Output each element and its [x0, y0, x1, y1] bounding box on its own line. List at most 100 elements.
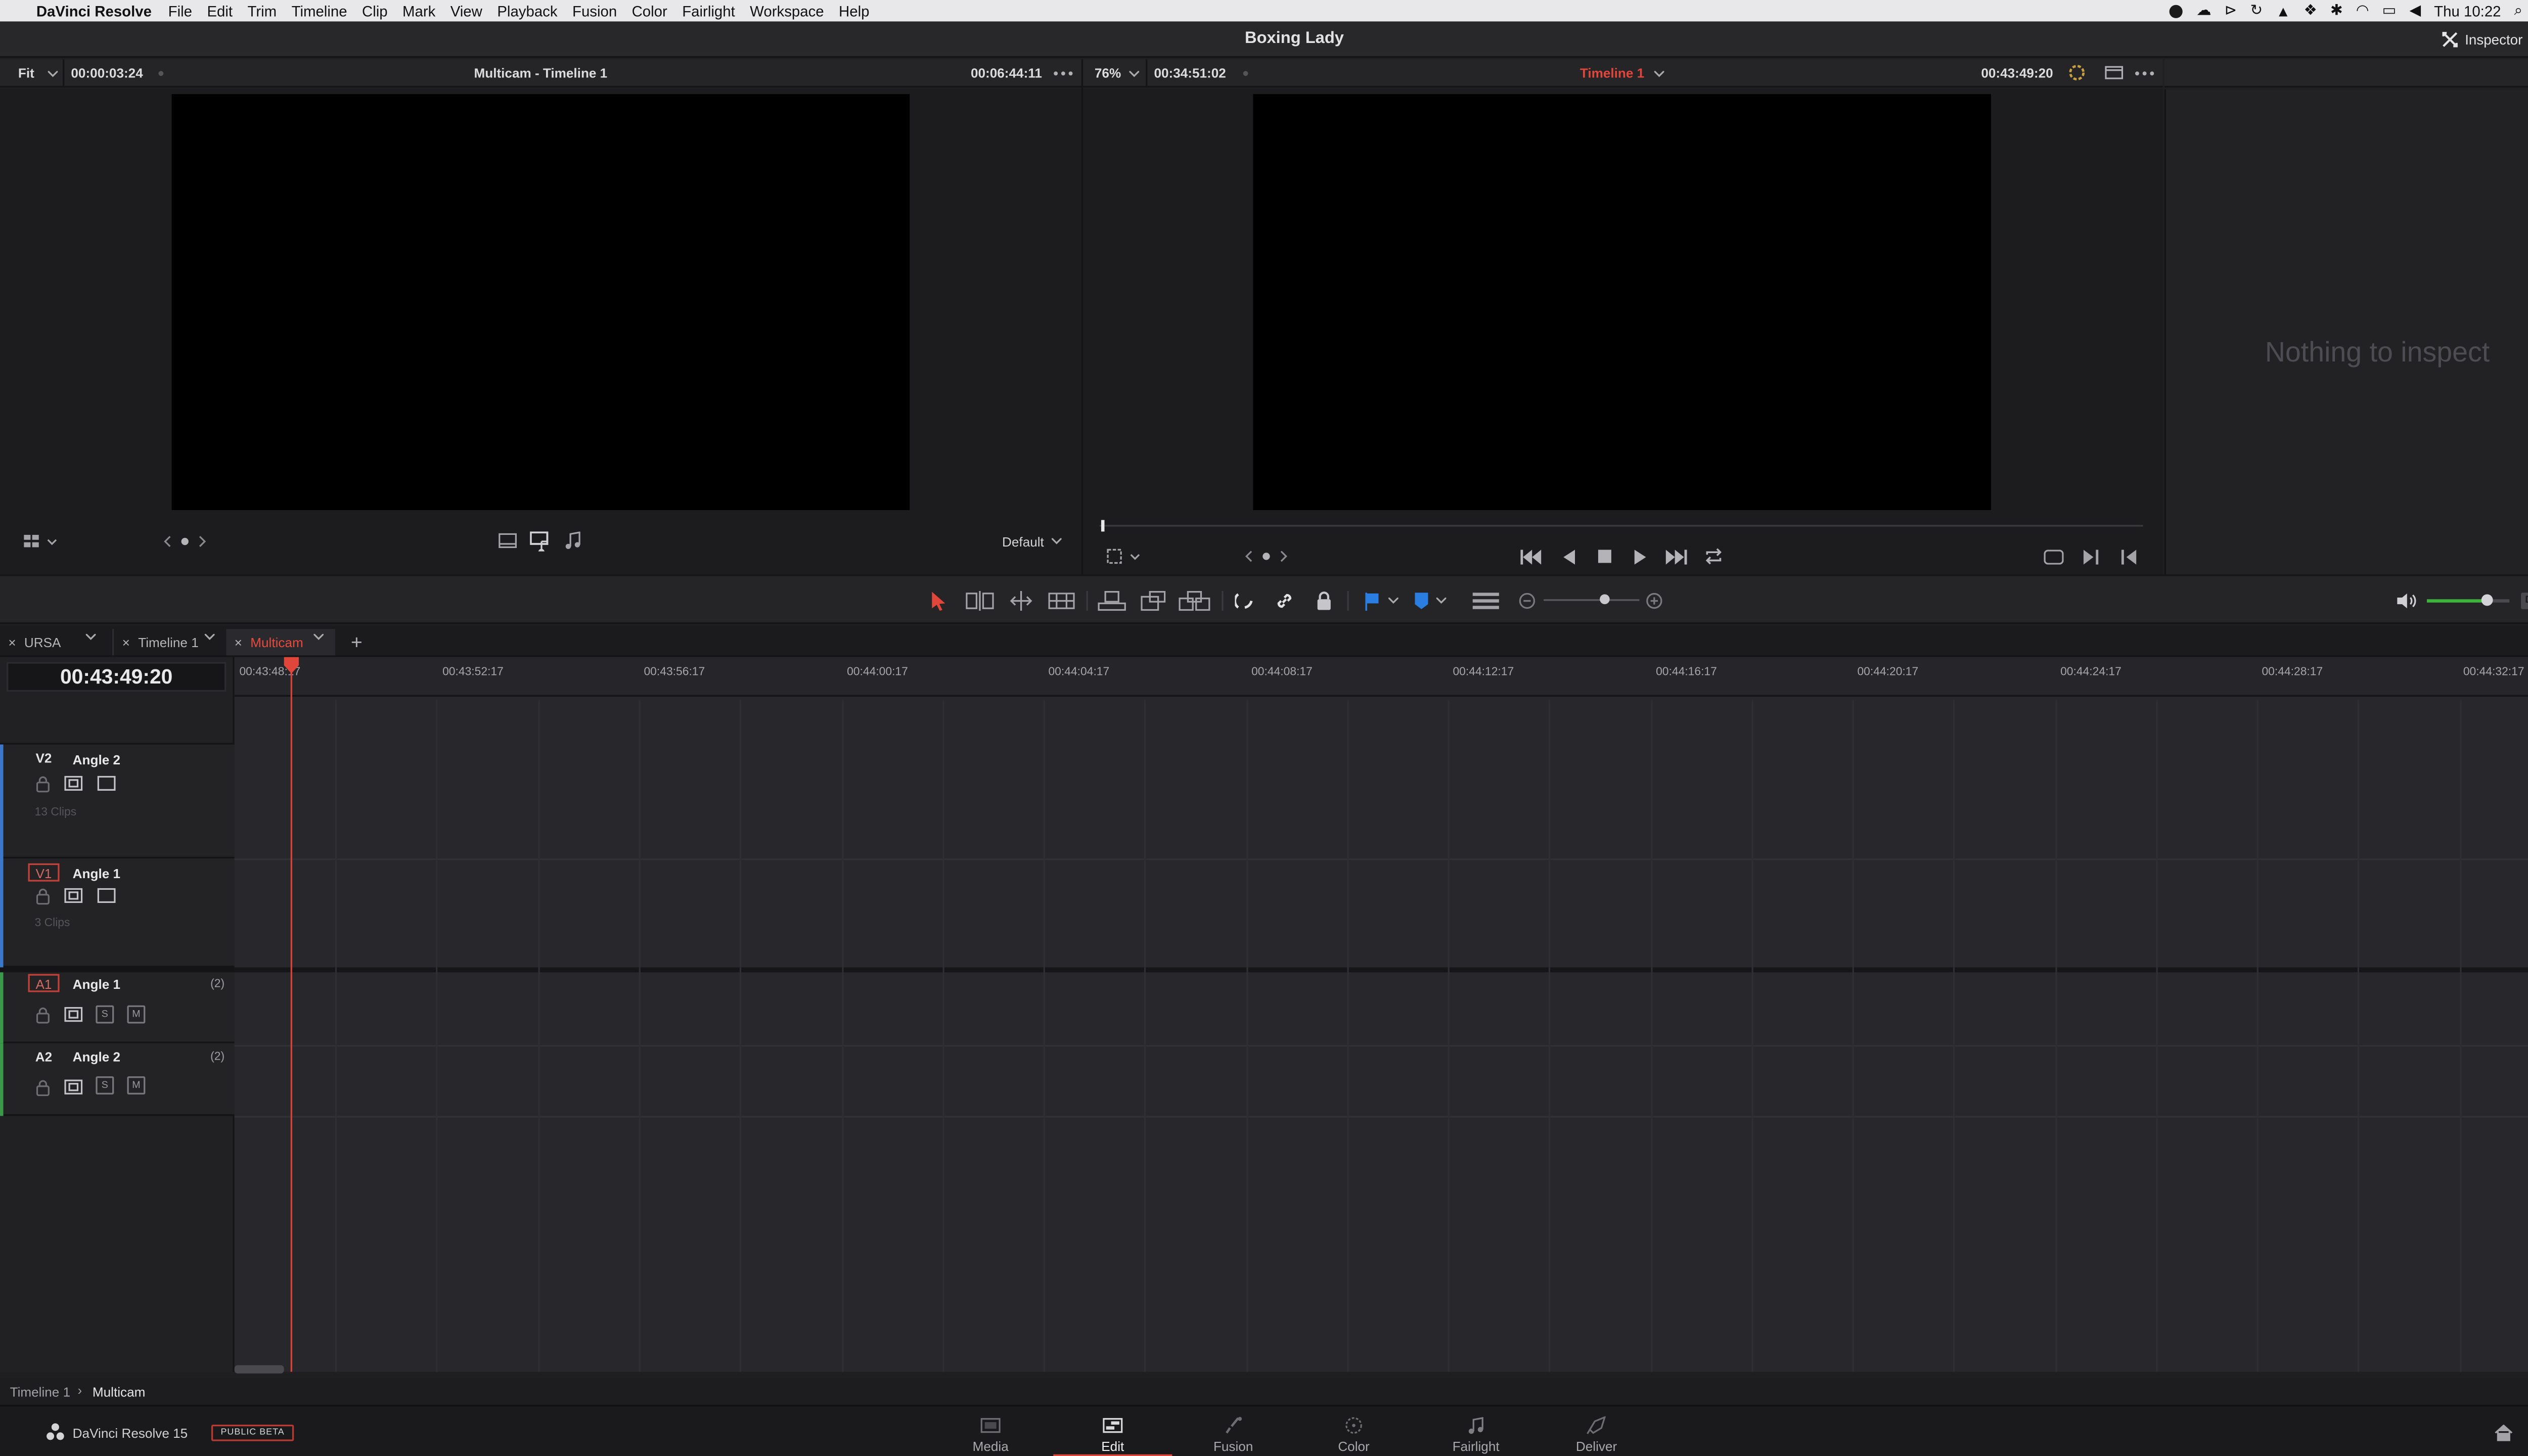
chevron-down-icon[interactable] [85, 633, 96, 641]
track-output-icon[interactable] [97, 888, 116, 903]
insert-clip-icon[interactable] [1096, 589, 1126, 613]
go-to-end-icon[interactable] [1664, 547, 1687, 566]
replace-clip-icon[interactable] [1177, 589, 1210, 613]
track-name[interactable]: Angle 1 [73, 867, 120, 881]
selection-tool-icon[interactable] [928, 589, 947, 613]
menu-fairlight[interactable]: Fairlight [682, 3, 735, 19]
blade-edit-tool-icon[interactable] [1047, 589, 1076, 613]
solo-button[interactable]: S [96, 1076, 114, 1095]
linked-selection-icon[interactable] [1273, 589, 1296, 613]
lock-icon[interactable] [36, 776, 50, 793]
page-fairlight[interactable]: Fairlight [1417, 1406, 1536, 1456]
timeline-canvas[interactable] [234, 657, 2528, 1372]
menubar-clock[interactable]: Thu 10:22 [2434, 3, 2501, 19]
volume-icon[interactable]: ◀ [2409, 2, 2421, 20]
track-code[interactable]: V1 [28, 863, 60, 882]
chevron-down-icon[interactable] [1050, 536, 1063, 547]
sync-icon[interactable]: ↻ [2250, 2, 2263, 20]
media-icon[interactable]: ⊳ [2225, 2, 2237, 20]
wifi-icon[interactable]: ◠ [2356, 2, 2369, 20]
menu-help[interactable]: Help [839, 3, 869, 19]
add-tab-icon[interactable]: + [347, 630, 367, 654]
volume-slider-handle[interactable] [2481, 594, 2493, 606]
chevron-down-icon[interactable] [1435, 595, 1448, 608]
auto-track-select-icon[interactable] [64, 776, 83, 791]
timeline-ruler[interactable]: 00:43:48:17 00:43:52:17 00:43:56:17 00:4… [234, 657, 2528, 697]
position-lock-icon[interactable] [1313, 589, 1336, 613]
trim-edit-tool-icon[interactable] [964, 589, 994, 613]
chevron-down-icon[interactable] [1127, 68, 1141, 81]
stop-icon[interactable] [1597, 547, 1613, 566]
page-deliver[interactable]: Deliver [1537, 1406, 1656, 1456]
track-a1[interactable]: A1 Angle 1 (2) S M [0, 972, 235, 1043]
menu-clip[interactable]: Clip [362, 3, 388, 19]
flag-icon[interactable] [1362, 589, 1382, 613]
timeline-zoom-dropdown[interactable]: 76% [1095, 66, 1121, 81]
overwrite-clip-icon[interactable] [1138, 589, 1167, 613]
play-icon[interactable] [1631, 547, 1648, 566]
track-v1[interactable]: V1 Angle 1 3 Clips [0, 858, 235, 968]
timeline-jog-control[interactable] [1243, 548, 1289, 565]
track-output-icon[interactable] [97, 776, 116, 791]
timeline-track-divider[interactable] [234, 967, 2528, 973]
chevron-down-icon[interactable] [204, 633, 215, 641]
track-code[interactable]: V2 [28, 749, 60, 767]
lock-icon[interactable] [36, 888, 50, 905]
chevron-down-icon[interactable] [313, 633, 324, 641]
warning-icon[interactable]: ▲ [2276, 3, 2290, 19]
dropbox-icon[interactable]: ❖ [2304, 2, 2317, 20]
track-code[interactable]: A1 [28, 974, 60, 992]
loop-icon[interactable] [1702, 547, 1726, 566]
video-audio-divider[interactable] [0, 967, 235, 973]
track-a2[interactable]: A2 Angle 2 (2) S M [0, 1043, 235, 1116]
timeline-scrubber[interactable] [1099, 525, 2143, 527]
zoom-slider-handle[interactable] [1600, 594, 1610, 605]
source-jog-control[interactable] [162, 531, 208, 551]
playhead-line[interactable] [290, 663, 292, 1372]
marker-icon[interactable] [1412, 589, 1431, 613]
timeline-view-options-icon[interactable] [1471, 589, 1501, 613]
chevron-down-icon[interactable] [1387, 595, 1400, 608]
track-code[interactable]: A2 [28, 1048, 60, 1066]
volume-slider-fill[interactable] [2426, 599, 2490, 603]
creative-cloud-icon[interactable]: ☁ [2196, 2, 2211, 20]
source-preset-dropdown[interactable]: Default [1002, 535, 1044, 550]
color-wheel-icon[interactable] [2068, 64, 2085, 81]
breadcrumb-parent[interactable]: Timeline 1 [10, 1385, 71, 1400]
source-video-frame[interactable] [171, 94, 910, 510]
video-audio-icon[interactable] [528, 530, 552, 551]
track-name[interactable]: Angle 1 [73, 977, 120, 992]
home-icon[interactable] [2493, 1423, 2513, 1443]
playhead-handle[interactable] [284, 657, 299, 674]
page-media[interactable]: Media [931, 1406, 1050, 1456]
mute-button[interactable]: M [127, 1076, 146, 1095]
lock-icon[interactable] [36, 1007, 50, 1024]
previous-edit-icon[interactable] [2118, 547, 2138, 566]
menu-edit[interactable]: Edit [207, 3, 233, 19]
airplay-icon[interactable]: ▭ [2382, 2, 2397, 20]
page-color[interactable]: Color [1294, 1406, 1413, 1456]
bluetooth-icon[interactable]: ✱ [2330, 2, 2343, 20]
timeline-video-frame[interactable] [1253, 94, 1991, 510]
next-edit-icon[interactable] [2082, 547, 2102, 566]
auto-track-select-icon[interactable] [64, 1079, 83, 1095]
track-name[interactable]: Angle 2 [73, 1050, 120, 1065]
page-edit[interactable]: Edit [1053, 1406, 1172, 1456]
timeline-timecode-display[interactable]: 00:43:49:20 [7, 662, 227, 692]
auto-track-select-icon[interactable] [64, 888, 83, 903]
speaker-icon[interactable] [2396, 591, 2417, 611]
zoom-out-icon[interactable] [1517, 591, 1537, 611]
menu-timeline[interactable]: Timeline [292, 3, 347, 19]
menu-playback[interactable]: Playback [497, 3, 557, 19]
go-to-start-icon[interactable] [1519, 547, 1542, 566]
close-tab-icon[interactable]: × [122, 635, 130, 650]
status-dot-icon[interactable] [2170, 4, 2184, 18]
app-menu[interactable]: DaVinci Resolve [36, 3, 152, 19]
breadcrumb-current[interactable]: Multicam [93, 1385, 146, 1400]
snapping-icon[interactable] [1233, 589, 1256, 613]
auto-track-select-icon[interactable] [64, 1007, 83, 1022]
timeline-viewer-options-icon[interactable] [2133, 66, 2156, 81]
play-reverse-icon[interactable] [1560, 547, 1577, 566]
audio-only-icon[interactable] [563, 530, 582, 550]
close-tab-icon[interactable]: × [8, 635, 16, 650]
